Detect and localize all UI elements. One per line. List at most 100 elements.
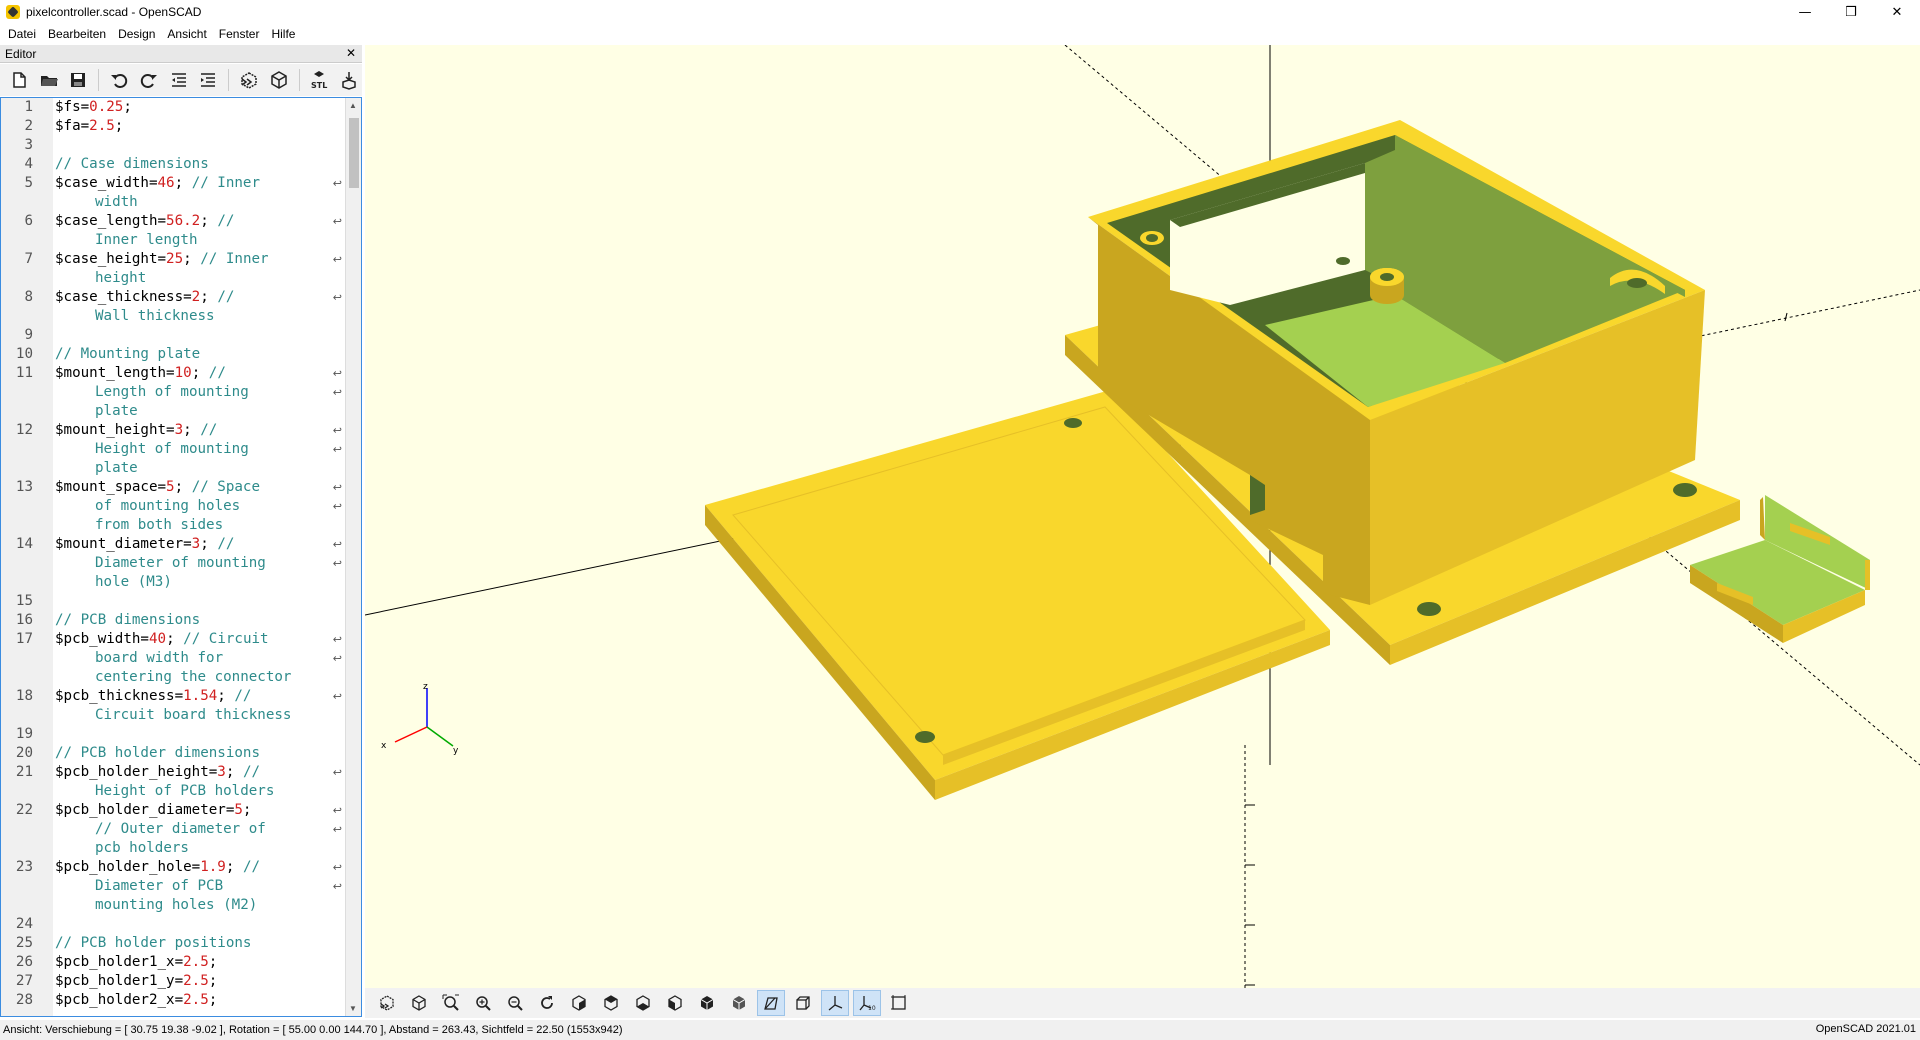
code-line[interactable]: plate: [1, 402, 346, 421]
editor-vertical-scrollbar[interactable]: ▲ ▼: [345, 98, 361, 1016]
code-line[interactable]: 25 // PCB holder positions: [1, 934, 346, 953]
menu-hilfe[interactable]: Hilfe: [265, 27, 301, 41]
stl-export-icon[interactable]: STL: [307, 67, 333, 93]
close-button[interactable]: ✕: [1874, 0, 1920, 24]
view-top-icon[interactable]: [597, 990, 625, 1016]
code-line[interactable]: 16 // PCB dimensions: [1, 611, 346, 630]
code-line[interactable]: 10 // Mounting plate: [1, 345, 346, 364]
render-icon[interactable]: [266, 67, 292, 93]
code-line[interactable]: Inner length: [1, 231, 346, 250]
show-scale-icon[interactable]: 10: [853, 990, 881, 1016]
menu-fenster[interactable]: Fenster: [213, 27, 266, 41]
code-line[interactable]: 1 $fs=0.25;: [1, 98, 346, 117]
code-editor[interactable]: 1 $fs=0.25; 2 $fa=2.5; 3 4// Case dimensions 5…: [0, 97, 362, 1017]
code-line[interactable]: 15: [1, 592, 346, 611]
code-line[interactable]: 20 // PCB holder dimensions: [1, 744, 346, 763]
code-line[interactable]: // Outer diameter of ↩: [1, 820, 346, 839]
code-line[interactable]: height: [1, 269, 346, 288]
code-line[interactable]: 21 $pcb_holder_height=3; // ↩: [1, 763, 346, 782]
code-line[interactable]: Circuit board thickness: [1, 706, 346, 725]
view-left-icon[interactable]: [661, 990, 689, 1016]
view-front-icon[interactable]: [693, 990, 721, 1016]
3d-viewport[interactable]: z x y: [365, 45, 1920, 995]
code-line[interactable]: width: [1, 193, 346, 212]
code-token: // PCB holder positions: [55, 935, 252, 951]
menu-ansicht[interactable]: Ansicht: [161, 27, 212, 41]
view-bottom-icon[interactable]: [629, 990, 657, 1016]
menu-design[interactable]: Design: [112, 27, 161, 41]
preview-icon[interactable]: [373, 990, 401, 1016]
code-line[interactable]: pcb holders: [1, 839, 346, 858]
code-line[interactable]: of mounting holes ↩: [1, 497, 346, 516]
code-line[interactable]: 28 $pcb_holder2_x=2.5;: [1, 991, 346, 1010]
zoom-in-icon[interactable]: [469, 990, 497, 1016]
code-line[interactable]: 27 $pcb_holder1_y=2.5;: [1, 972, 346, 991]
send-to-print-icon[interactable]: [336, 67, 362, 93]
view-back-icon[interactable]: [725, 990, 753, 1016]
code-line[interactable]: 17 $pcb_width=40; // Circuit ↩: [1, 630, 346, 649]
undo-icon[interactable]: [106, 67, 132, 93]
code-line[interactable]: 9: [1, 326, 346, 345]
code-line[interactable]: Height of mounting ↩: [1, 440, 346, 459]
code-line[interactable]: 19: [1, 725, 346, 744]
line-wrap-icon: ↩: [332, 215, 342, 228]
perspective-icon[interactable]: [757, 990, 785, 1016]
code-line[interactable]: Wall thickness: [1, 307, 346, 326]
code-line[interactable]: centering the connector: [1, 668, 346, 687]
axis-triad: [394, 688, 454, 747]
code-line[interactable]: Diameter of mounting ↩: [1, 554, 346, 573]
code-line[interactable]: 23 $pcb_holder_hole=1.9; // ↩: [1, 858, 346, 877]
code-token: 2: [191, 289, 201, 305]
unindent-icon[interactable]: [166, 67, 192, 93]
new-icon[interactable]: [6, 67, 32, 93]
render-icon[interactable]: [405, 990, 433, 1016]
minimize-button[interactable]: —: [1782, 0, 1828, 24]
code-line[interactable]: 6 $case_length=56.2; // ↩: [1, 212, 346, 231]
menu-datei[interactable]: Datei: [2, 27, 42, 41]
zoom-out-icon[interactable]: [501, 990, 529, 1016]
scroll-up-icon[interactable]: ▲: [349, 101, 357, 110]
code-line[interactable]: 2 $fa=2.5;: [1, 117, 346, 136]
code-token: ;: [174, 479, 192, 495]
scroll-down-icon[interactable]: ▼: [349, 1004, 357, 1013]
orthogonal-icon[interactable]: [789, 990, 817, 1016]
code-line[interactable]: Height of PCB holders: [1, 782, 346, 801]
zoom-all-icon[interactable]: [437, 990, 465, 1016]
show-edges-icon[interactable]: [885, 990, 913, 1016]
line-wrap-icon: ↩: [332, 538, 342, 551]
open-icon[interactable]: [36, 67, 62, 93]
save-icon[interactable]: [65, 67, 91, 93]
code-line[interactable]: 26 $pcb_holder1_x=2.5;: [1, 953, 346, 972]
code-line[interactable]: 14 $mount_diameter=3; // ↩: [1, 535, 346, 554]
menu-bearbeiten[interactable]: Bearbeiten: [42, 27, 112, 41]
code-line[interactable]: plate: [1, 459, 346, 478]
code-line[interactable]: 3: [1, 136, 346, 155]
code-line[interactable]: 11 $mount_length=10; // ↩: [1, 364, 346, 383]
redo-icon[interactable]: [136, 67, 162, 93]
code-line[interactable]: 12 $mount_height=3; // ↩: [1, 421, 346, 440]
code-token: //: [200, 422, 218, 438]
code-line[interactable]: 22 $pcb_holder_diameter=5; ↩: [1, 801, 346, 820]
code-line[interactable]: 4 // Case dimensions: [1, 155, 346, 174]
code-line[interactable]: 8 $case_thickness=2; // ↩: [1, 288, 346, 307]
editor-close-button[interactable]: ✕: [346, 46, 356, 60]
preview-icon[interactable]: [236, 67, 262, 93]
code-line[interactable]: 18 $pcb_thickness=1.54; // ↩: [1, 687, 346, 706]
code-line[interactable]: from both sides: [1, 516, 346, 535]
code-line[interactable]: mounting holes (M2): [1, 896, 346, 915]
code-line[interactable]: 5 $case_width=46; // Inner ↩: [1, 174, 346, 193]
code-line[interactable]: 13 $mount_space=5; // Space ↩: [1, 478, 346, 497]
show-axes-icon[interactable]: [821, 990, 849, 1016]
scrollbar-thumb[interactable]: [349, 118, 359, 188]
code-line[interactable]: 7 $case_height=25; // Inner ↩: [1, 250, 346, 269]
code-token: ;: [166, 631, 184, 647]
code-line[interactable]: hole (M3): [1, 573, 346, 592]
code-line[interactable]: Length of mounting ↩: [1, 383, 346, 402]
view-right-icon[interactable]: [565, 990, 593, 1016]
indent-icon[interactable]: [195, 67, 221, 93]
code-line[interactable]: 24: [1, 915, 346, 934]
code-line[interactable]: board width for ↩: [1, 649, 346, 668]
code-line[interactable]: Diameter of PCB ↩: [1, 877, 346, 896]
reset-view-icon[interactable]: [533, 990, 561, 1016]
maximize-button[interactable]: ❒: [1828, 0, 1874, 24]
